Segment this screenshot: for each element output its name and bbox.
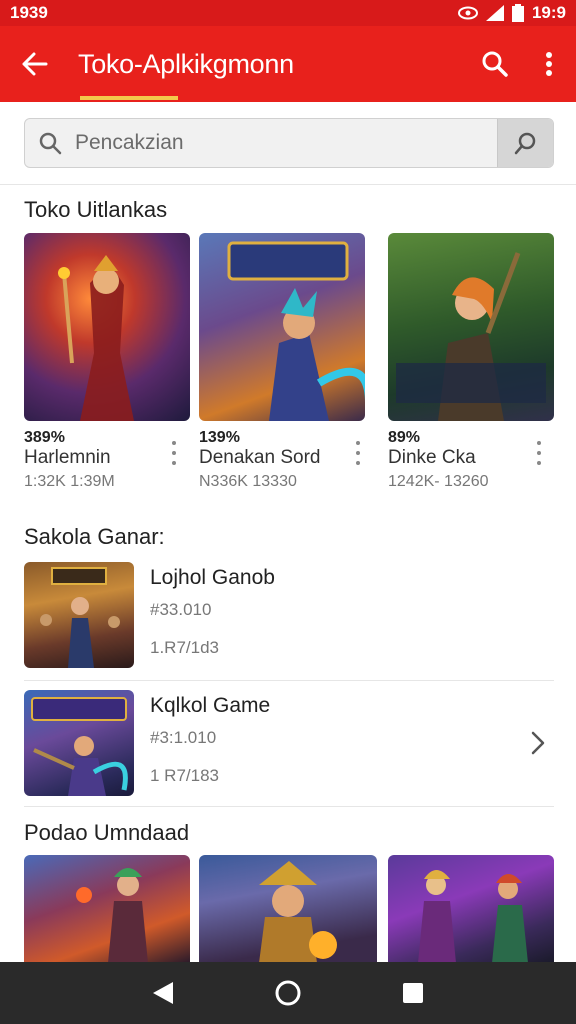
search-bar [24, 118, 554, 168]
app-card[interactable]: 89% Dinke Cka 1242K- 13260 [388, 233, 554, 490]
app-thumbnail[interactable] [388, 855, 554, 963]
app-card[interactable]: 139% Denakan Sord N336K 13330 [199, 233, 365, 490]
section-title-list: Sakola Ganar: [24, 524, 165, 549]
section-title-bottom: Podao Umndaad [24, 820, 190, 845]
app-rating-percent: 89% [388, 429, 421, 446]
more-vert-icon[interactable] [351, 438, 365, 468]
more-vert-icon [546, 52, 552, 76]
divider [0, 184, 576, 185]
app-thumbnail [199, 233, 365, 421]
status-time-right: 19:9 [531, 3, 566, 22]
more-vert-icon[interactable] [532, 438, 546, 468]
list-item[interactable]: Lojhol Ganob #33.010 1.R7/1d3 [24, 562, 554, 670]
arrow-left-icon [22, 52, 48, 76]
app-name: Harlemnin [24, 447, 111, 468]
app-thumbnail[interactable] [24, 855, 190, 963]
status-time-left: 1939 [10, 3, 48, 22]
app-card[interactable]: 389% Harlemnin 1:32K 1:39M [24, 233, 190, 490]
overflow-menu-button[interactable] [522, 26, 576, 102]
nav-back-button[interactable] [143, 973, 183, 1013]
search-field-icon [25, 131, 75, 155]
active-tab-indicator [80, 96, 178, 100]
list-item-price: #33.010 [150, 600, 212, 619]
list-item[interactable]: Kqlkol Game #3:1.010 1 R7/183 [24, 690, 554, 798]
triangle-back-icon [152, 982, 173, 1004]
square-recent-icon [403, 983, 424, 1003]
app-thumbnail [24, 233, 190, 421]
app-meta: 1242K- 13260 [388, 473, 489, 490]
system-nav-bar [0, 962, 576, 1024]
back-button[interactable] [0, 26, 70, 102]
status-bar: 1939 19:9 [0, 0, 576, 26]
circle-home-icon [275, 980, 301, 1006]
eye-icon [457, 6, 478, 20]
list-item-sub: 1 R7/183 [150, 766, 219, 785]
list-item-sub: 1.R7/1d3 [150, 638, 219, 657]
list-item-name: Lojhol Ganob [150, 566, 275, 589]
app-thumbnail [24, 562, 134, 668]
app-thumbnail [388, 233, 554, 421]
chevron-right-icon[interactable] [526, 726, 550, 760]
app-meta: 1:32K 1:39M [24, 473, 115, 490]
more-vert-icon[interactable] [167, 438, 181, 468]
section-title-featured: Toko Uitlankas [24, 197, 168, 222]
divider [24, 806, 554, 807]
search-icon [514, 132, 535, 155]
app-bar: Toko-Aplkikgmonn [0, 26, 576, 102]
battery-icon [511, 4, 524, 22]
app-title: Toko-Aplkikgmonn [78, 48, 294, 79]
search-icon [482, 51, 508, 77]
app-name: Dinke Cka [388, 447, 476, 468]
app-rating-percent: 139% [199, 429, 240, 446]
app-name: Denakan Sord [199, 447, 321, 468]
app-thumbnail [24, 690, 134, 796]
app-rating-percent: 389% [24, 429, 65, 446]
nav-recent-button[interactable] [393, 973, 433, 1013]
signal-icon [485, 5, 504, 21]
app-thumbnail[interactable] [199, 855, 377, 963]
search-submit-button[interactable] [497, 119, 553, 167]
nav-home-button[interactable] [268, 973, 308, 1013]
list-item-price: #3:1.010 [150, 728, 217, 747]
list-item-name: Kqlkol Game [150, 694, 271, 717]
app-meta: N336K 13330 [199, 473, 297, 490]
search-icon [39, 132, 62, 155]
divider [24, 680, 554, 681]
search-input[interactable] [75, 119, 497, 167]
search-action-button[interactable] [468, 26, 522, 102]
status-icons: 19:9 [457, 3, 566, 23]
